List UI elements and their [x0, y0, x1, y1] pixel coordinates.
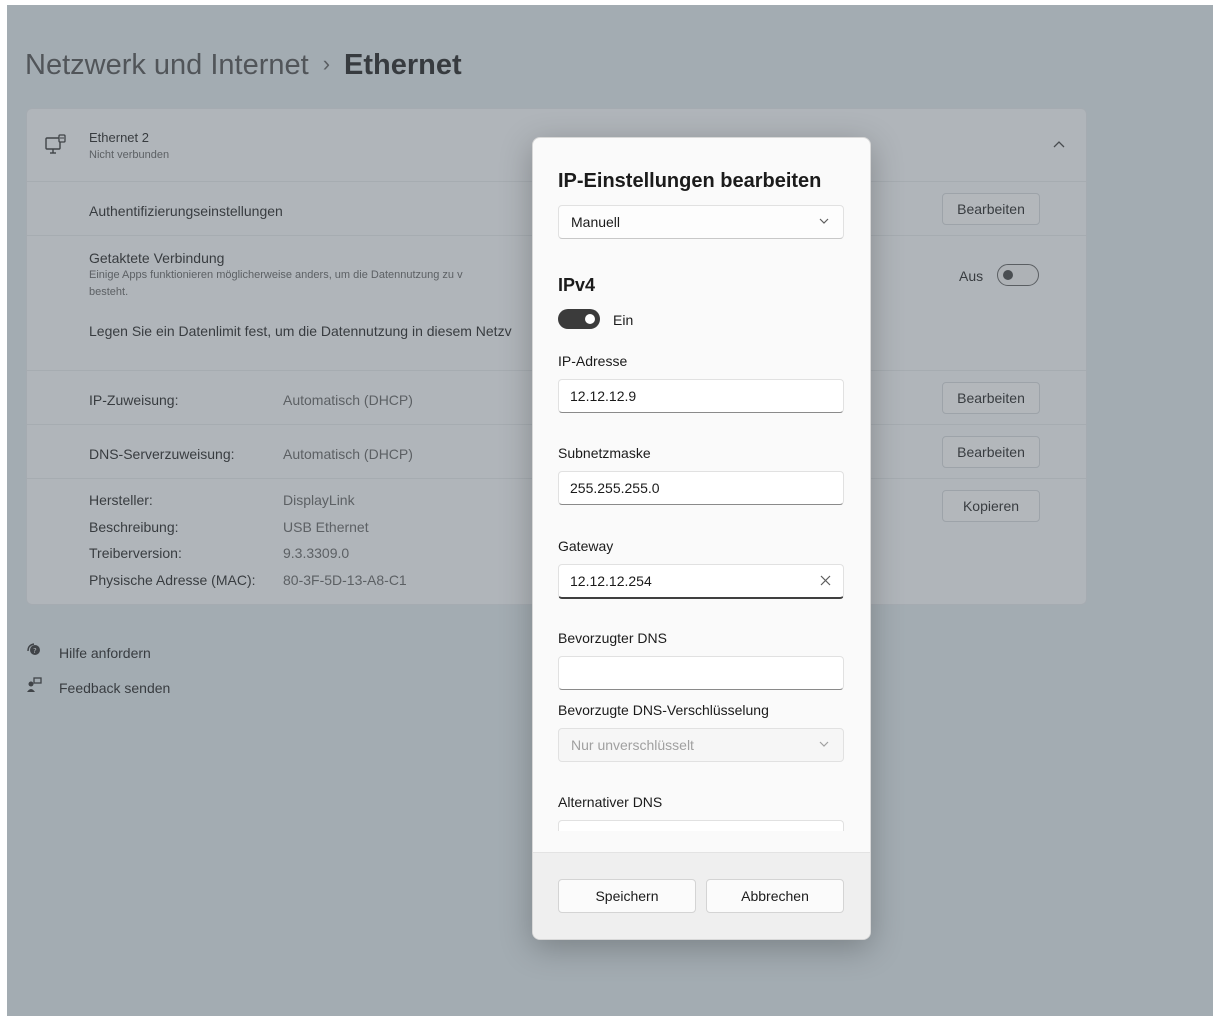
chevron-down-icon — [819, 741, 829, 747]
subnet-value: 255.255.255.0 — [570, 480, 660, 496]
ipv4-heading: IPv4 — [558, 275, 596, 295]
gateway-label: Gateway — [558, 538, 614, 554]
dialog-title: IP-Einstellungen bearbeiten — [558, 170, 822, 192]
clear-icon[interactable] — [820, 575, 831, 586]
alternate-dns-field[interactable] — [558, 820, 844, 831]
cancel-button[interactable]: Abbrechen — [706, 879, 844, 913]
ip-address-field[interactable]: 12.12.12.9 — [558, 379, 844, 413]
ipv4-toggle-label: Ein — [613, 312, 634, 328]
preferred-dns-label: Bevorzugter DNS — [558, 630, 667, 646]
alternate-dns-label: Alternativer DNS — [558, 794, 663, 810]
dns-encryption-label: Bevorzugte DNS-Verschlüsselung — [558, 702, 769, 718]
subnet-field[interactable]: 255.255.255.0 — [558, 471, 844, 505]
settings-window: Netzwerk und Internet › Ethernet Ethernet … — [7, 5, 1213, 1016]
ipv4-toggle[interactable] — [558, 309, 600, 329]
ip-settings-dialog: IP-Einstellungen bearbeiten Manuell IPv4… — [532, 137, 871, 940]
ip-mode-dropdown[interactable]: Manuell — [558, 205, 844, 239]
ip-address-label: IP-Adresse — [558, 353, 628, 369]
gateway-field[interactable]: 12.12.12.254 — [558, 564, 844, 599]
dns-encryption-dropdown[interactable]: Nur unverschlüsselt — [558, 728, 844, 762]
save-button[interactable]: Speichern — [558, 879, 696, 913]
ip-mode-value: Manuell — [571, 214, 621, 230]
ip-address-value: 12.12.12.9 — [570, 388, 637, 404]
gateway-value: 12.12.12.254 — [570, 573, 652, 589]
dialog-footer: Speichern Abbrechen — [533, 852, 870, 939]
chevron-down-icon — [819, 218, 829, 224]
subnet-label: Subnetzmaske — [558, 445, 651, 461]
preferred-dns-field[interactable] — [558, 656, 844, 690]
dns-encryption-value: Nur unverschlüsselt — [571, 737, 694, 753]
